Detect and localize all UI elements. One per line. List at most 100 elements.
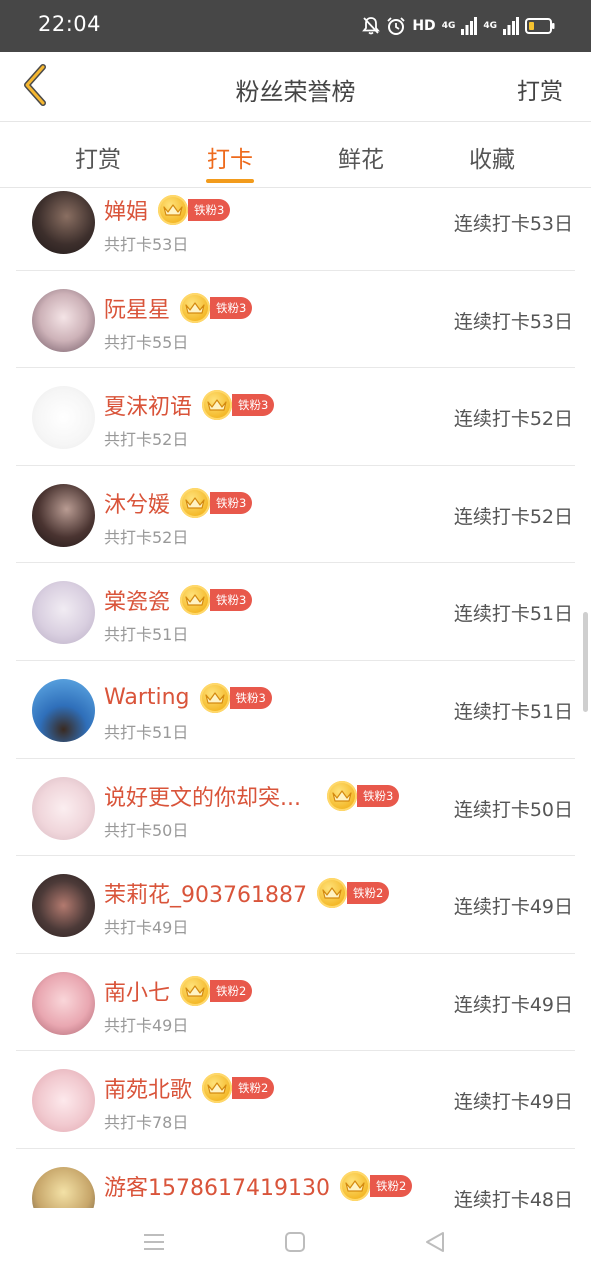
avatar[interactable] <box>32 483 95 547</box>
fan-level-label: 铁粉2 <box>232 1077 275 1100</box>
status-bar: 22:04 HD 4G 4G <box>0 0 591 52</box>
fan-name-line: Warting 铁粉3 <box>104 682 272 713</box>
total-checkin-days: 共打卡78日 <box>104 1113 189 1133</box>
fan-name[interactable]: 阮星星 <box>104 292 170 324</box>
total-checkin-days: 共打卡49日 <box>104 1015 189 1035</box>
avatar[interactable] <box>32 874 95 938</box>
total-checkin-days: 共打卡52日 <box>104 527 189 547</box>
fan-list-content: 婵娟 铁粉3 共打卡53日 连续打卡53日 阮星星 铁粉3 共打卡55日 连续打卡53日 夏沫初… <box>0 188 591 1208</box>
avatar[interactable] <box>32 1069 95 1133</box>
home-square-icon <box>284 1231 306 1257</box>
triangle-back-icon <box>424 1231 446 1257</box>
fan-name-line: 游客1578617419130 铁粉2 <box>104 1170 413 1202</box>
fan-row[interactable]: 婵娟 铁粉3 共打卡53日 连续打卡53日 <box>16 188 575 271</box>
fan-level-badge: 铁粉3 <box>199 682 272 713</box>
crown-icon <box>199 682 230 713</box>
fan-level-badge: 铁粉3 <box>180 292 253 323</box>
signal-icon <box>461 17 478 35</box>
fan-name[interactable]: Warting <box>104 685 190 710</box>
fan-row[interactable]: 说好更文的你却突... 铁粉3 共打卡50日 连续打卡50日 <box>16 759 575 857</box>
fan-row[interactable]: 南小七 铁粉2 共打卡49日 连续打卡49日 <box>16 954 575 1052</box>
home-button[interactable] <box>277 1230 313 1258</box>
fan-level-label: 铁粉3 <box>232 394 275 417</box>
network-label-1: 4G <box>441 20 456 31</box>
fan-name-line: 夏沫初语 铁粉3 <box>104 389 275 421</box>
fan-level-label: 铁粉3 <box>188 199 231 221</box>
fan-name[interactable]: 南苑北歌 <box>104 1072 192 1104</box>
checkin-streak: 连续打卡53日 <box>453 310 573 333</box>
checkin-streak: 连续打卡51日 <box>453 603 573 626</box>
fan-row[interactable]: 沐兮媛 铁粉3 共打卡52日 连续打卡52日 <box>16 466 575 564</box>
checkin-streak: 连续打卡49日 <box>453 1091 573 1114</box>
screen: 22:04 HD 4G 4G 粉丝荣誉榜 打赏 打赏 打卡 鲜花 收藏 婵娟 铁… <box>0 0 591 1280</box>
fan-name[interactable]: 游客1578617419130 <box>104 1170 330 1202</box>
tab-favorites[interactable]: 收藏 <box>442 140 542 174</box>
fan-level-label: 铁粉2 <box>369 1174 413 1197</box>
crown-icon <box>180 487 211 518</box>
fan-level-badge: 铁粉2 <box>316 878 390 909</box>
total-checkin-days: 共打卡55日 <box>104 332 189 352</box>
fan-level-badge: 铁粉3 <box>158 195 231 225</box>
menu-button[interactable] <box>136 1230 172 1258</box>
avatar[interactable] <box>32 386 95 450</box>
crown-icon <box>316 878 347 909</box>
tab-checkin[interactable]: 打卡 <box>180 140 280 174</box>
checkin-streak: 连续打卡49日 <box>453 896 573 919</box>
checkin-streak: 连续打卡49日 <box>453 993 573 1016</box>
fan-name[interactable]: 茉莉花_903761887 <box>104 877 307 909</box>
fan-row[interactable]: 棠瓷瓷 铁粉3 共打卡51日 连续打卡51日 <box>16 563 575 661</box>
fan-level-label: 铁粉3 <box>210 589 253 612</box>
crown-icon <box>339 1170 370 1201</box>
crown-icon <box>180 292 211 323</box>
crown-icon <box>180 975 211 1006</box>
checkin-streak: 连续打卡51日 <box>453 700 573 723</box>
fan-name[interactable]: 夏沫初语 <box>104 389 192 421</box>
hd-indicator: HD <box>412 18 436 34</box>
avatar[interactable] <box>32 776 95 840</box>
fan-name[interactable]: 南小七 <box>104 975 170 1007</box>
fan-name[interactable]: 沐兮媛 <box>104 487 170 519</box>
alarm-icon <box>386 16 406 36</box>
total-checkin-days: 共打卡49日 <box>104 918 189 938</box>
avatar[interactable] <box>32 191 95 254</box>
fan-level-label: 铁粉3 <box>210 296 253 319</box>
battery-icon <box>525 17 555 35</box>
fan-level-badge: 铁粉2 <box>202 1073 275 1104</box>
fan-row[interactable]: Warting 铁粉3 共打卡51日 连续打卡51日 <box>16 661 575 759</box>
app-header: 粉丝荣誉榜 打赏 <box>0 52 591 122</box>
fan-row[interactable]: 阮星星 铁粉3 共打卡55日 连续打卡53日 <box>16 271 575 369</box>
fan-row[interactable]: 南苑北歌 铁粉2 共打卡78日 连续打卡49日 <box>16 1051 575 1149</box>
network-label-2: 4G <box>483 20 497 31</box>
checkin-streak: 连续打卡50日 <box>453 798 573 821</box>
back-nav-button[interactable] <box>417 1230 453 1258</box>
crown-icon <box>180 585 211 616</box>
avatar[interactable] <box>32 678 95 742</box>
avatar[interactable] <box>32 288 95 352</box>
fan-row[interactable]: 夏沫初语 铁粉3 共打卡52日 连续打卡52日 <box>16 368 575 466</box>
total-checkin-days: 共打卡53日 <box>104 235 189 254</box>
fan-level-label: 铁粉2 <box>346 882 390 905</box>
tab-reward[interactable]: 打赏 <box>48 140 148 174</box>
avatar[interactable] <box>32 1166 95 1208</box>
scrollbar[interactable] <box>583 612 588 712</box>
active-tab-indicator <box>206 179 254 183</box>
crown-icon <box>158 195 189 225</box>
total-checkin-days: 共打卡51日 <box>104 722 189 742</box>
fan-level-badge: 铁粉3 <box>202 390 275 421</box>
fan-name[interactable]: 说好更文的你却突... <box>104 780 301 812</box>
fan-level-badge: 铁粉2 <box>339 1170 413 1201</box>
reward-button[interactable]: 打赏 <box>517 72 563 106</box>
fan-name[interactable]: 婵娟 <box>104 194 148 226</box>
avatar[interactable] <box>32 581 95 645</box>
avatar[interactable] <box>32 971 95 1035</box>
tab-flowers[interactable]: 鲜花 <box>311 140 411 174</box>
fan-level-badge: 铁粉2 <box>180 975 253 1006</box>
fan-list[interactable]: 婵娟 铁粉3 共打卡53日 连续打卡53日 阮星星 铁粉3 共打卡55日 连续打卡53日 夏沫初… <box>0 188 591 1208</box>
fan-row[interactable]: 游客1578617419130 铁粉2 连续打卡48日 <box>16 1149 575 1208</box>
fan-row[interactable]: 茉莉花_903761887 铁粉2 共打卡49日 连续打卡49日 <box>16 856 575 954</box>
checkin-streak: 连续打卡52日 <box>453 505 573 528</box>
fan-name-line: 南小七 铁粉2 <box>104 975 253 1007</box>
network-type-1: 4G <box>441 20 456 31</box>
tab-bar: 打赏 打卡 鲜花 收藏 <box>0 122 591 188</box>
fan-name[interactable]: 棠瓷瓷 <box>104 584 170 616</box>
